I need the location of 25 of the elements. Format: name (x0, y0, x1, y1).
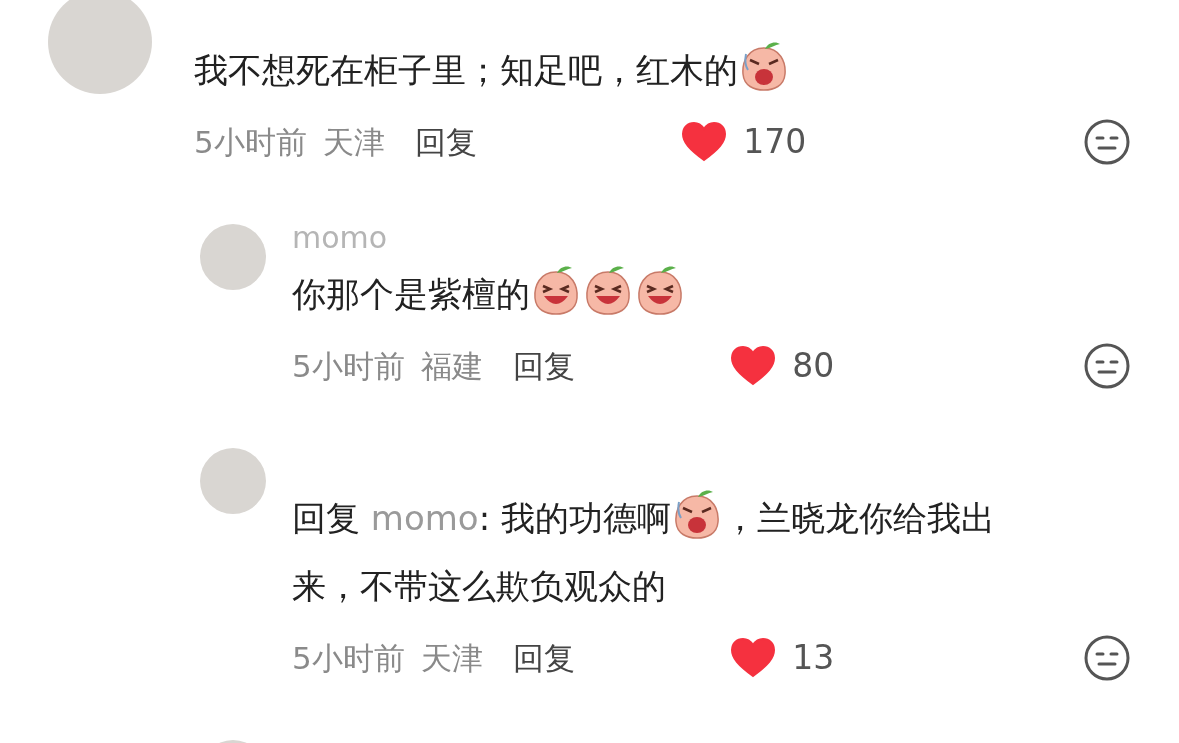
like-count: 13 (792, 637, 836, 680)
reply-link[interactable]: 回复 (512, 342, 575, 390)
reply-link[interactable]: 回复 (414, 118, 477, 166)
comment-text: : 我的功德啊 (478, 498, 671, 538)
username: momo (292, 220, 388, 255)
heart-icon[interactable] (681, 122, 728, 162)
location: 福建 (420, 346, 483, 386)
like-count: 170 (743, 121, 808, 164)
location: 天津 (322, 122, 385, 162)
location: 天津 (420, 638, 483, 678)
comment-text: 我不想死在柜子里；知足吧，红木的 (194, 50, 738, 90)
heart-icon[interactable] (730, 638, 777, 678)
timestamp: 5小时前 (194, 122, 307, 162)
neutral-face-icon[interactable] (1084, 635, 1130, 681)
comment-text: 来，不带这么欺负观众的 (292, 566, 666, 606)
comment-text: ，兰晓龙你给我出 (722, 498, 995, 538)
neutral-face-icon[interactable] (1084, 119, 1130, 165)
like-count: 80 (792, 345, 836, 388)
comment-text: 你那个是紫檀的 (292, 274, 530, 314)
timestamp: 5小时前 (292, 638, 405, 678)
reply-link[interactable]: 回复 (512, 634, 575, 682)
timestamp: 5小时前 (292, 346, 405, 386)
comment-text: 回复 (292, 498, 361, 538)
heart-icon[interactable] (730, 346, 777, 386)
neutral-face-icon[interactable] (1084, 343, 1130, 389)
